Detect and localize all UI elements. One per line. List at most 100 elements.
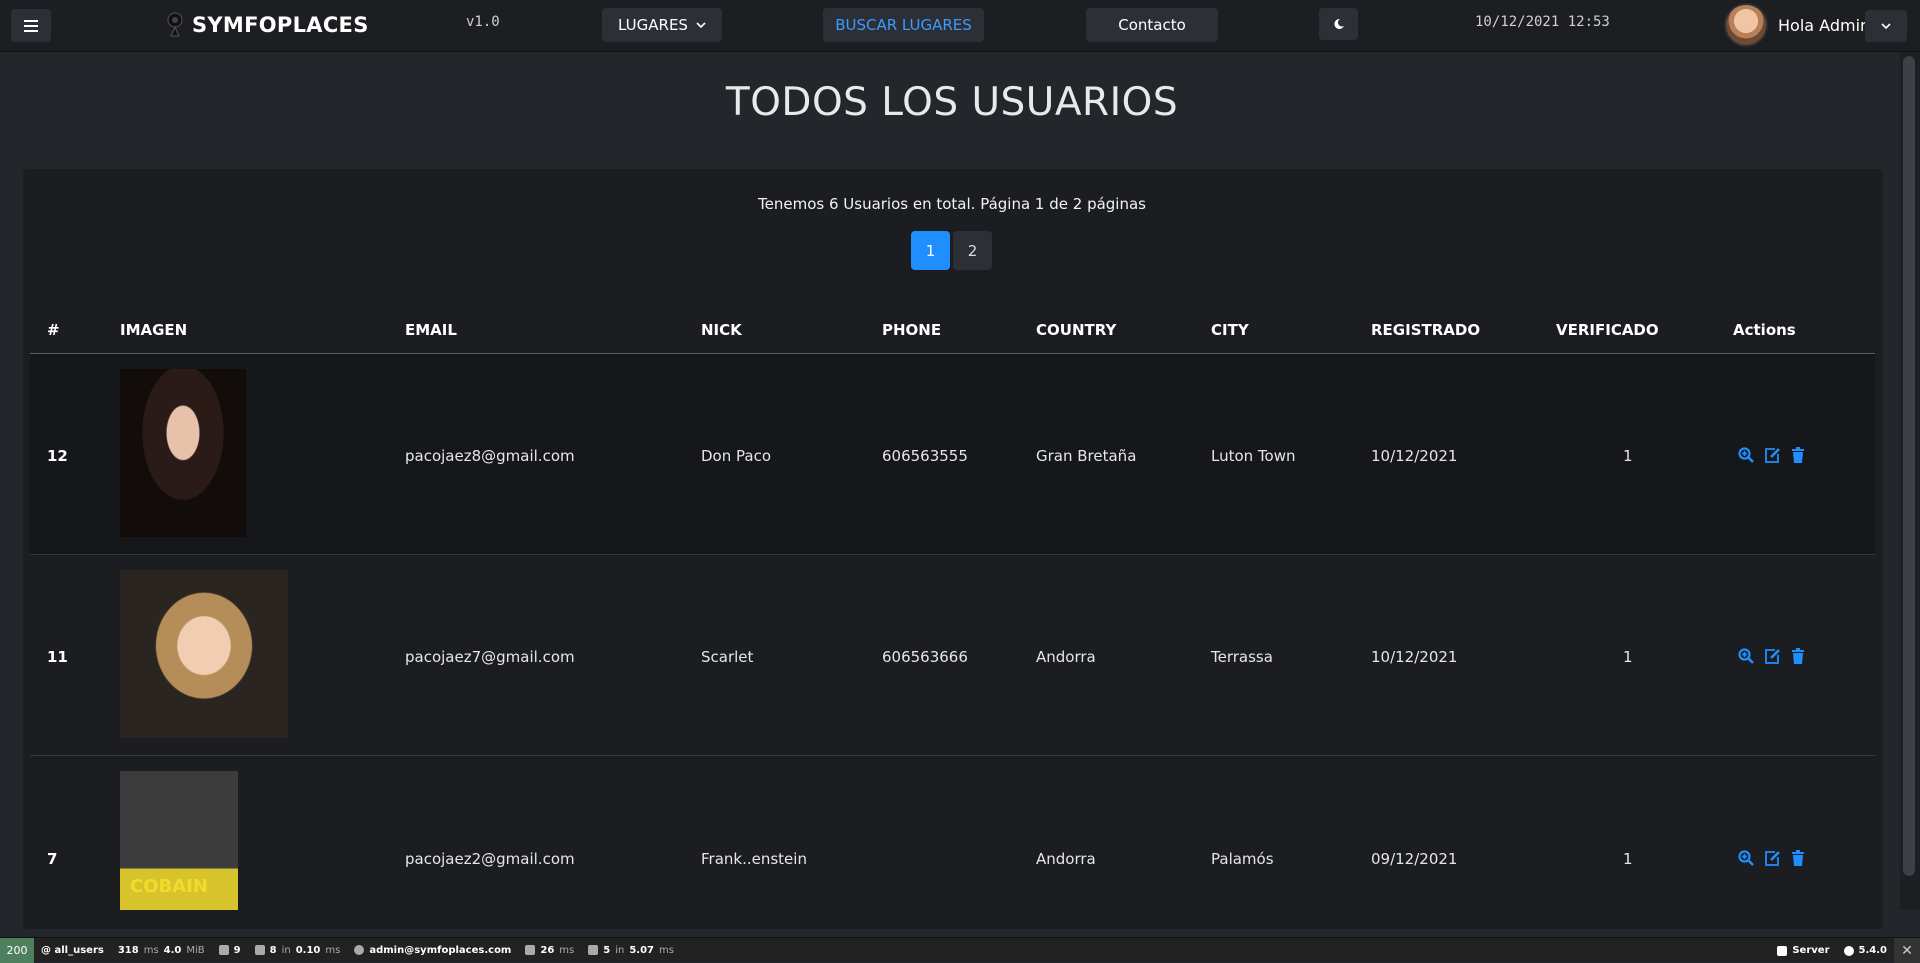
user-id: 12: [47, 447, 68, 465]
zoom-in-icon[interactable]: [1738, 447, 1754, 463]
avatar: [1724, 3, 1768, 47]
column-header-image[interactable]: IMAGEN: [120, 321, 187, 339]
scrollbar-thumb[interactable]: [1903, 56, 1915, 876]
user-greeting: Hola Admin: [1778, 15, 1871, 35]
user-email: pacojaez8@gmail.com: [405, 447, 575, 465]
twig-panel[interactable]: 26 ms: [518, 938, 581, 963]
user-menu-caret-button[interactable]: [1865, 10, 1907, 42]
user-email: pacojaez2@gmail.com: [405, 850, 575, 868]
row-divider: [30, 755, 1875, 756]
trash-icon[interactable]: [1791, 447, 1805, 463]
user-phone: 606563555: [882, 447, 968, 465]
chevron-down-icon: [1881, 23, 1891, 29]
column-header-registered[interactable]: REGISTRADO: [1371, 321, 1480, 339]
user-image: [120, 369, 246, 537]
pagination-page-2[interactable]: 2: [953, 231, 992, 270]
cache-panel[interactable]: 8 in 0.10 ms: [248, 938, 348, 963]
route-panel[interactable]: @ all_users: [34, 938, 111, 963]
user-registered: 10/12/2021: [1371, 648, 1458, 666]
theme-toggle-button[interactable]: [1319, 8, 1358, 40]
user-menu[interactable]: Hola Admin: [1724, 0, 1870, 50]
column-header-country[interactable]: COUNTRY: [1036, 321, 1116, 339]
pagination-page-1[interactable]: 1: [911, 231, 950, 270]
request-time: 318: [117, 944, 139, 956]
symfony-server-icon: [1777, 945, 1788, 956]
memory-unit: MiB: [186, 944, 205, 956]
user-image: [120, 570, 288, 738]
edit-icon[interactable]: [1764, 850, 1781, 866]
column-header-nick[interactable]: NICK: [701, 321, 742, 339]
users-summary: Tenemos 6 Usuarios en total. Página 1 de…: [758, 195, 1146, 213]
symfony-debug-toolbar: 200 @ all_users 318 ms 4.0 MiB 9 8 in 0.…: [0, 937, 1920, 963]
column-header-city[interactable]: CITY: [1211, 321, 1249, 339]
row-actions: [1738, 850, 1805, 866]
database-panel[interactable]: 5 in 5.07 ms: [581, 938, 681, 963]
layers-icon: [254, 945, 265, 955]
column-header-email[interactable]: EMAIL: [405, 321, 457, 339]
user-email: pacojaez7@gmail.com: [405, 648, 575, 666]
user-phone: 606563666: [882, 648, 968, 666]
zoom-in-icon[interactable]: [1738, 648, 1754, 664]
chevron-down-icon: [696, 22, 706, 28]
row-divider: [30, 554, 1875, 555]
user-city: Luton Town: [1211, 447, 1296, 465]
logged-user: admin@symfoplaces.com: [369, 944, 512, 956]
close-icon: ✕: [1901, 942, 1913, 959]
contacto-button[interactable]: Contacto: [1086, 8, 1218, 42]
column-header-verified[interactable]: VERIFICADO: [1556, 321, 1659, 339]
user-nick: Frank..enstein: [701, 850, 807, 868]
user-icon: [354, 945, 365, 955]
lugares-dropdown-button[interactable]: LUGARES: [602, 8, 722, 42]
security-panel[interactable]: admin@symfoplaces.com: [347, 938, 518, 963]
menu-toggle-button[interactable]: [11, 9, 51, 42]
zoom-in-icon[interactable]: [1738, 850, 1754, 866]
moon-icon: [1333, 18, 1344, 29]
user-country: Gran Bretaña: [1036, 447, 1137, 465]
column-header-id[interactable]: #: [47, 321, 60, 339]
user-image: COBAIN: [120, 771, 238, 910]
db-time: 5.07: [629, 944, 655, 956]
row-actions: [1738, 648, 1805, 664]
top-navbar: SYMFOPLACES v1.0 LUGARES BUSCAR LUGARES …: [0, 0, 1920, 52]
user-registered: 09/12/2021: [1371, 850, 1458, 868]
http-status-badge[interactable]: 200: [0, 937, 34, 963]
user-id: 11: [47, 648, 68, 666]
edit-icon[interactable]: [1764, 648, 1781, 664]
trash-icon[interactable]: [1791, 648, 1805, 664]
cache-in: in: [281, 944, 291, 956]
twig-icon: [525, 945, 536, 955]
config-panel[interactable]: 5.4.0: [1837, 938, 1894, 963]
cache-calls: 8: [269, 944, 277, 956]
edit-icon[interactable]: [1764, 447, 1781, 463]
symfony-version: 5.4.0: [1858, 945, 1887, 956]
request-time-unit: ms: [143, 944, 159, 956]
user-country: Andorra: [1036, 850, 1096, 868]
close-toolbar-button[interactable]: ✕: [1894, 938, 1920, 963]
db-time-unit: ms: [659, 944, 674, 956]
twig-time: 26: [540, 944, 555, 956]
lugares-label: LUGARES: [618, 16, 688, 34]
user-city: Terrassa: [1211, 648, 1273, 666]
logs-panel[interactable]: 9: [212, 938, 248, 963]
user-verified: 1: [1623, 648, 1633, 666]
app-version: v1.0: [466, 14, 500, 30]
route-name: @ all_users: [41, 944, 104, 956]
log-count: 9: [233, 944, 241, 956]
user-nick: Scarlet: [701, 648, 754, 666]
poster-text: COBAIN: [130, 876, 208, 897]
brand[interactable]: SYMFOPLACES: [166, 10, 369, 40]
performance-panel[interactable]: 318 ms 4.0 MiB: [111, 938, 212, 963]
db-queries: 5: [603, 944, 611, 956]
datetime-display: 10/12/2021 12:53: [1475, 14, 1610, 30]
database-icon: [588, 945, 599, 955]
server-panel[interactable]: Server: [1770, 938, 1836, 963]
trash-icon[interactable]: [1791, 850, 1805, 866]
brand-title: SYMFOPLACES: [192, 13, 369, 37]
user-city: Palamós: [1211, 850, 1274, 868]
column-header-phone[interactable]: PHONE: [882, 321, 941, 339]
user-nick: Don Paco: [701, 447, 771, 465]
warning-icon: [218, 945, 229, 955]
memory-usage: 4.0: [163, 944, 182, 956]
buscar-lugares-button[interactable]: BUSCAR LUGARES: [823, 8, 984, 42]
map-pin-icon: [167, 12, 183, 37]
